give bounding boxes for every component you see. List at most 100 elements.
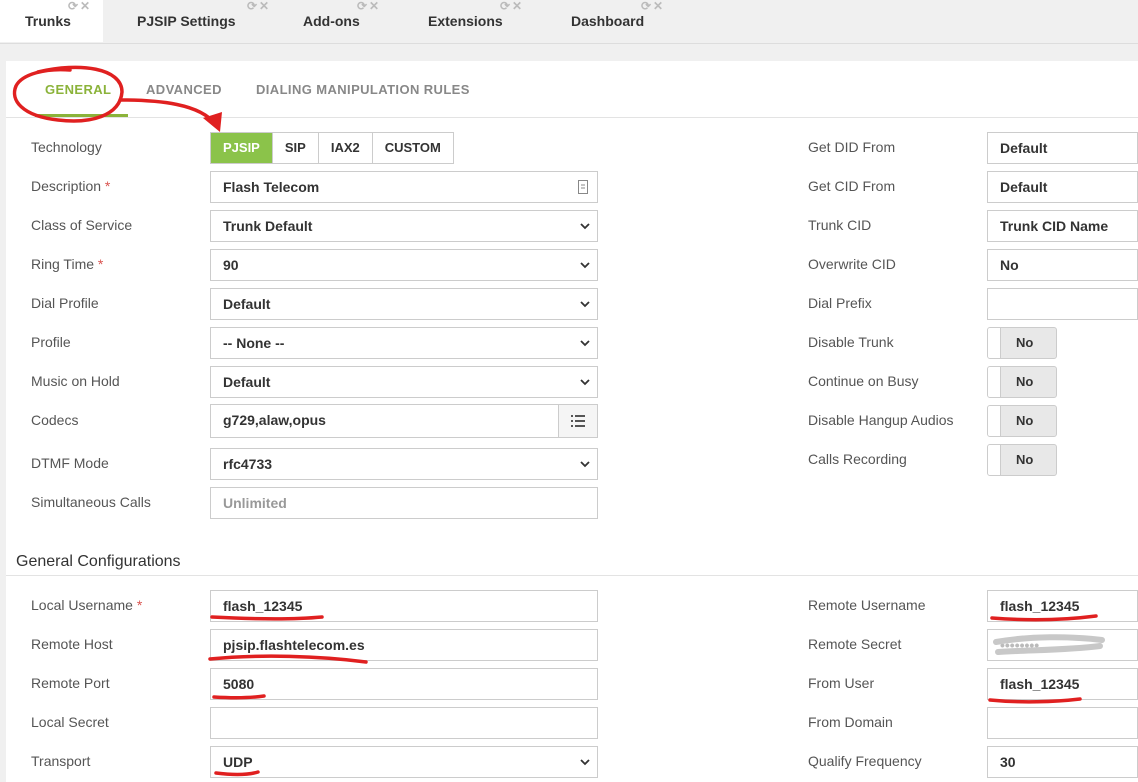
chevron-down-icon (580, 223, 590, 230)
sub-tabs: GENERAL ADVANCED DIALING MANIPULATION RU… (6, 61, 1138, 118)
remote-secret-label: Remote Secret (808, 636, 902, 652)
overwrite-cid-label: Overwrite CID (808, 256, 896, 272)
chevron-down-icon (580, 262, 590, 269)
codecs-input[interactable]: g729,alaw,opus (210, 404, 598, 438)
dial-prefix-label: Dial Prefix (808, 295, 872, 311)
section-title-general-configurations: General Configurations (16, 553, 181, 570)
refresh-close-icons[interactable]: ⟳✕ (641, 0, 665, 14)
calls-recording-label: Calls Recording (808, 451, 907, 467)
transport-select[interactable]: UDP (210, 746, 598, 778)
continue-on-busy-label: Continue on Busy (808, 373, 919, 389)
class-of-service-label: Class of Service (31, 217, 133, 233)
remote-host-input[interactable]: pjsip.flashtelecom.es (210, 629, 598, 661)
chevron-down-icon (580, 461, 590, 468)
dial-prefix-input[interactable] (987, 288, 1138, 320)
tab-label: Dashboard (571, 13, 645, 29)
tab-label: Trunks (25, 13, 71, 29)
tab-add-ons[interactable]: Add-ons ⟳✕ (263, 0, 393, 42)
get-cid-from-select[interactable]: Default (987, 171, 1138, 203)
tab-extensions[interactable]: Extensions ⟳✕ (393, 0, 533, 42)
refresh-close-icons[interactable]: ⟳✕ (357, 0, 381, 14)
get-cid-from-label: Get CID From (808, 178, 896, 194)
remote-username-input[interactable]: flash_12345 (987, 590, 1138, 622)
dtmf-mode-label: DTMF Mode (31, 455, 109, 471)
chevron-down-icon (580, 379, 590, 386)
required-marker: * (97, 256, 104, 272)
list-icon (571, 415, 585, 427)
dial-profile-label: Dial Profile (31, 295, 99, 311)
local-username-label: Local Username * (31, 597, 143, 613)
calls-recording-toggle[interactable]: No (987, 444, 1057, 476)
get-did-from-label: Get DID From (808, 139, 896, 155)
toggle-knob (988, 406, 1001, 436)
from-user-input[interactable]: flash_12345 (987, 668, 1138, 700)
remote-port-label: Remote Port (31, 675, 110, 691)
tab-label: PJSIP Settings (137, 13, 236, 29)
qualify-frequency-label: Qualify Frequency (808, 753, 922, 769)
chevron-down-icon (580, 301, 590, 308)
get-did-from-select[interactable]: Default (987, 132, 1138, 164)
local-username-input[interactable]: flash_12345 (210, 590, 598, 622)
trunk-edit-panel: GENERAL ADVANCED DIALING MANIPULATION RU… (6, 61, 1138, 782)
tab-dashboard[interactable]: Dashboard ⟳✕ (533, 0, 678, 42)
toggle-knob (988, 367, 1001, 397)
dtmf-mode-select[interactable]: rfc4733 (210, 448, 598, 480)
music-on-hold-label: Music on Hold (31, 373, 120, 389)
tech-option-sip[interactable]: SIP (273, 133, 319, 163)
codecs-list-button[interactable] (558, 405, 597, 437)
refresh-close-icons[interactable]: ⟳✕ (500, 0, 524, 14)
music-on-hold-select[interactable]: Default (210, 366, 598, 398)
tech-option-pjsip[interactable]: PJSIP (211, 133, 273, 163)
technology-label: Technology (31, 139, 102, 155)
from-domain-label: From Domain (808, 714, 893, 730)
trunk-cid-input[interactable]: Trunk CID Name (987, 210, 1138, 242)
codecs-label: Codecs (31, 412, 79, 428)
tech-option-iax2[interactable]: IAX2 (319, 133, 373, 163)
simultaneous-calls-input[interactable]: Unlimited (210, 487, 598, 519)
tab-pjsip-settings[interactable]: PJSIP Settings ⟳✕ (103, 0, 269, 42)
tab-trunks[interactable]: Trunks ⟳✕ (0, 0, 103, 42)
dial-profile-select[interactable]: Default (210, 288, 598, 320)
toggle-knob (988, 328, 1001, 358)
from-user-label: From User (808, 675, 875, 691)
from-domain-input[interactable] (987, 707, 1138, 739)
chevron-down-icon (580, 759, 590, 766)
remote-username-label: Remote Username (808, 597, 926, 613)
active-tab-indicator (35, 114, 128, 117)
remote-secret-input[interactable]: •••••••• (987, 629, 1138, 661)
continue-on-busy-toggle[interactable]: No (987, 366, 1057, 398)
top-tab-bar: Trunks ⟳✕ PJSIP Settings ⟳✕ Add-ons ⟳✕ E… (0, 0, 1138, 44)
required-marker: * (136, 597, 143, 613)
tab-label: Add-ons (303, 13, 360, 29)
description-label: Description * (31, 178, 111, 194)
toggle-knob (988, 445, 1001, 475)
disable-trunk-toggle[interactable]: No (987, 327, 1057, 359)
local-secret-input[interactable] (210, 707, 598, 739)
subtab-general[interactable]: GENERAL (45, 82, 111, 97)
local-secret-label: Local Secret (31, 714, 109, 730)
remote-port-input[interactable]: 5080 (210, 668, 598, 700)
qualify-frequency-input[interactable]: 30 (987, 746, 1138, 778)
simultaneous-calls-label: Simultaneous Calls (31, 494, 151, 510)
disable-hangup-audios-label: Disable Hangup Audios (808, 412, 954, 428)
description-input[interactable]: Flash Telecom (210, 171, 598, 203)
section-divider (6, 575, 1138, 576)
technology-selector: PJSIP SIP IAX2 CUSTOM (210, 132, 454, 164)
overwrite-cid-select[interactable]: No (987, 249, 1138, 281)
subtab-dialing-manipulation-rules[interactable]: DIALING MANIPULATION RULES (256, 82, 470, 97)
subtab-advanced[interactable]: ADVANCED (146, 82, 222, 97)
refresh-close-icons[interactable]: ⟳✕ (68, 0, 92, 14)
disable-hangup-audios-toggle[interactable]: No (987, 405, 1057, 437)
required-marker: * (104, 178, 111, 194)
transport-label: Transport (31, 753, 91, 769)
disable-trunk-label: Disable Trunk (808, 334, 894, 350)
text-format-icon (578, 180, 588, 194)
profile-select[interactable]: -- None -- (210, 327, 598, 359)
ring-time-label: Ring Time * (31, 256, 104, 272)
tech-option-custom[interactable]: CUSTOM (373, 133, 453, 163)
class-of-service-select[interactable]: Trunk Default (210, 210, 598, 242)
tab-label: Extensions (428, 13, 503, 29)
ring-time-select[interactable]: 90 (210, 249, 598, 281)
trunk-cid-label: Trunk CID (808, 217, 872, 233)
chevron-down-icon (580, 340, 590, 347)
